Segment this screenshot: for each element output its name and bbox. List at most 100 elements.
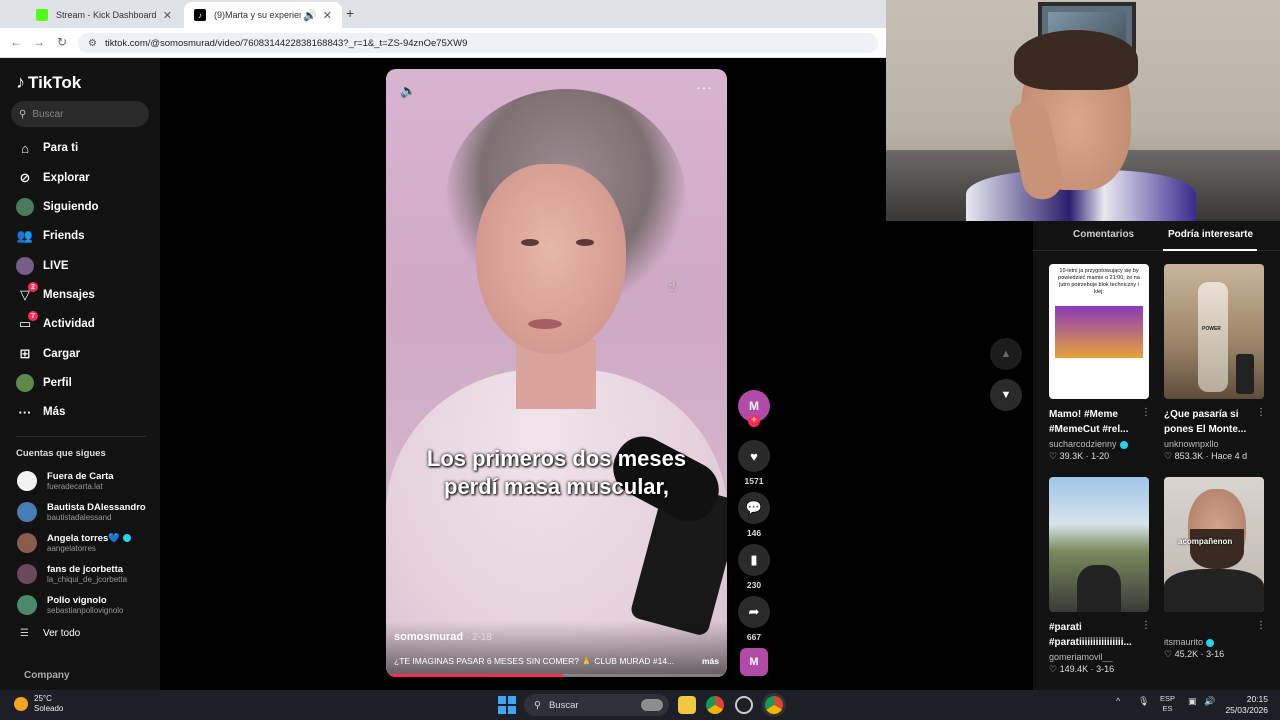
- nav-actividad[interactable]: ▭ 7 Actividad: [16, 311, 95, 335]
- home-icon: ⌂: [21, 140, 29, 156]
- weather-widget[interactable]: 25°C Soleado: [14, 694, 63, 714]
- back-icon[interactable]: ←: [10, 35, 22, 49]
- followed-account[interactable]: Angela torres💙 aangelatorres: [17, 530, 132, 556]
- site-info-icon[interactable]: ⚙: [88, 38, 97, 49]
- save-button[interactable]: ▮: [738, 544, 770, 576]
- nav-friends[interactable]: 👥 Friends: [16, 225, 85, 247]
- kick-favicon-icon: [36, 9, 48, 21]
- followed-account[interactable]: Fuera de Carta fueradecarta.lat: [17, 468, 114, 494]
- followed-account[interactable]: Pollo vignolo sebastianpollovignolo: [17, 592, 124, 618]
- video-author[interactable]: somosmurad · 2-18: [394, 631, 492, 643]
- compass-icon: ⊘: [19, 170, 31, 185]
- panel-tabs: Comentarios Podría interesarte: [1033, 221, 1280, 251]
- see-all-button[interactable]: ☰ Ver todo: [20, 628, 80, 639]
- followed-account[interactable]: fans de jcorbetta la_chiqui_de_jcorbetta: [17, 561, 127, 587]
- recommended-video-card[interactable]: #parati #paratiiiiiiiiiiiiiiii... gomeri…: [1049, 477, 1151, 675]
- video-player[interactable]: Los primeros dos meses perdí masa muscul…: [386, 69, 727, 677]
- microphone-icon[interactable]: 🎙: [1138, 696, 1149, 707]
- video-thumbnail: POWER: [1164, 264, 1264, 399]
- following-avatar-icon: [16, 198, 34, 216]
- video-thumbnail: acompañenon: [1164, 477, 1264, 612]
- more-icon: ···: [18, 404, 32, 420]
- sidebar-divider: [16, 436, 146, 437]
- recommended-video-card[interactable]: acompañenon itsmaurito ♡ 45.2K · 3-16 ⋮: [1164, 477, 1266, 660]
- previous-video-button[interactable]: ▲: [990, 338, 1022, 370]
- messages-badge: 2: [28, 282, 38, 292]
- close-tab-icon[interactable]: ✕: [163, 9, 172, 22]
- tab-tiktok-video[interactable]: ♪ (9)Marta y su experiencia d 🔊 ✕: [184, 2, 342, 28]
- network-icon[interactable]: ▣: [1188, 696, 1197, 707]
- more-description-button[interactable]: más: [702, 656, 719, 667]
- music-disc-icon[interactable]: M: [740, 648, 768, 676]
- close-tab-icon[interactable]: ✕: [323, 9, 332, 22]
- language-indicator[interactable]: ESP ES: [1160, 694, 1175, 714]
- card-options-icon[interactable]: ⋮: [1256, 620, 1266, 631]
- followed-account[interactable]: Bautista DAlessandro bautistadalessand: [17, 499, 146, 525]
- taskbar-search[interactable]: ⚲ Buscar: [524, 694, 669, 716]
- show-hidden-icons[interactable]: ^: [1116, 696, 1120, 706]
- video-caption: Los primeros dos meses perdí masa muscul…: [426, 446, 687, 499]
- recommended-video-card[interactable]: POWER ¿Que pasaría si pones El Monte... …: [1164, 264, 1266, 462]
- tab-podria-interesarte[interactable]: Podría interesarte: [1168, 229, 1253, 240]
- start-button[interactable]: [498, 696, 516, 714]
- volume-tray-icon[interactable]: 🔊: [1204, 696, 1215, 707]
- search-highlight-icon: [641, 699, 663, 711]
- like-button[interactable]: ♥: [738, 440, 770, 472]
- tab-kick-dashboard[interactable]: Stream - Kick Dashboard ✕: [26, 2, 182, 28]
- comment-button[interactable]: 💬: [738, 492, 770, 524]
- video-frame-eye: [576, 239, 594, 246]
- card-options-icon[interactable]: ⋮: [1256, 407, 1266, 418]
- account-avatar: [17, 595, 37, 615]
- account-avatar: [17, 533, 37, 553]
- thumbnail-motorcycle: [1077, 565, 1121, 612]
- share-icon: ➦: [748, 604, 760, 619]
- more-options-icon[interactable]: ···: [696, 79, 713, 95]
- card-options-icon[interactable]: ⋮: [1141, 407, 1151, 418]
- nav-perfil[interactable]: Perfil: [16, 372, 72, 394]
- comment-action: 💬 146: [738, 492, 770, 538]
- nav-live[interactable]: LIVE: [16, 255, 69, 277]
- video-progress-bar[interactable]: [386, 674, 727, 677]
- webcam-overlay: [886, 0, 1280, 221]
- file-explorer-icon[interactable]: [678, 696, 696, 714]
- reload-icon[interactable]: ↻: [57, 35, 67, 49]
- nav-mensajes[interactable]: ▽ 2 Mensajes: [16, 282, 95, 306]
- nav-siguiendo[interactable]: Siguiendo: [16, 196, 99, 218]
- tiktok-logo-icon: ♪: [16, 72, 25, 92]
- save-count: 230: [746, 580, 762, 590]
- recommended-video-card[interactable]: 10-letni ja przygotowujący się by powied…: [1049, 264, 1151, 462]
- recommendations-panel: Comentarios Podría interesarte 10-letni …: [1033, 221, 1280, 690]
- nav-mas[interactable]: ··· Más: [16, 401, 66, 423]
- profile-avatar-icon: [16, 374, 34, 392]
- system-clock[interactable]: 20:15 25/03/2026: [1225, 694, 1268, 716]
- tiktok-logo[interactable]: ♪ TikTok: [16, 72, 81, 93]
- chrome-active-icon[interactable]: [765, 696, 783, 714]
- url-field[interactable]: ⚙ tiktok.com/@somosmurad/video/760831442…: [78, 33, 878, 53]
- video-thumbnail: [1049, 477, 1149, 612]
- like-action: ♥ 1571: [738, 440, 770, 486]
- thumbnail-cartoon: [1055, 306, 1143, 358]
- new-tab-button[interactable]: +: [346, 5, 354, 21]
- windows-taskbar: 25°C Soleado ⚲ Buscar ^ 🎙 ESP ES ▣ 🔊 20:1…: [0, 690, 1280, 720]
- app-icon[interactable]: [735, 696, 753, 714]
- card-options-icon[interactable]: ⋮: [1141, 620, 1151, 631]
- volume-icon[interactable]: 🔈: [400, 83, 416, 99]
- forward-icon[interactable]: →: [33, 35, 45, 49]
- search-input[interactable]: ⚲ Buscar: [11, 101, 149, 127]
- url-text: tiktok.com/@somosmurad/video/76083144228…: [104, 37, 468, 49]
- follow-button[interactable]: +: [748, 415, 760, 427]
- hand-cursor-icon: ☝: [668, 278, 677, 294]
- nav-cargar[interactable]: ⊞ Cargar: [16, 343, 81, 365]
- bookmark-icon: ▮: [750, 552, 758, 567]
- company-link[interactable]: Company: [24, 670, 70, 681]
- nav-para-ti[interactable]: ⌂ Para ti: [16, 137, 78, 159]
- next-video-button[interactable]: ▼: [990, 379, 1022, 411]
- video-frame-eye: [521, 239, 539, 246]
- messages-icon: ▽ 2: [16, 282, 38, 304]
- share-button[interactable]: ➦: [738, 596, 770, 628]
- tab-comentarios[interactable]: Comentarios: [1073, 229, 1134, 240]
- speaker-tab-icon[interactable]: 🔊: [303, 9, 317, 22]
- nav-explorar[interactable]: ⊘ Explorar: [16, 167, 90, 189]
- like-count: 1571: [744, 476, 764, 486]
- chrome-icon[interactable]: [706, 696, 724, 714]
